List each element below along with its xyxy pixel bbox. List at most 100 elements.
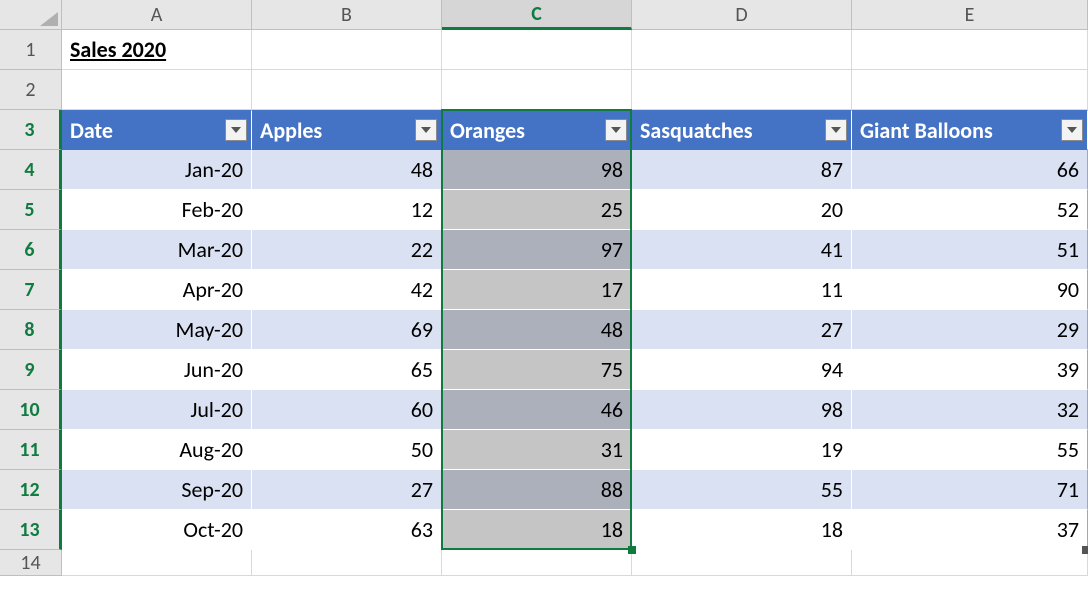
cell-C12[interactable]: 88: [442, 470, 632, 510]
cell-E9[interactable]: 39: [852, 350, 1088, 390]
cell-E4[interactable]: 66: [852, 150, 1088, 190]
cell-E2[interactable]: [852, 70, 1088, 110]
table-resize-handle[interactable]: [1082, 546, 1088, 554]
cell-D9[interactable]: 94: [632, 350, 852, 390]
cell-D10[interactable]: 98: [632, 390, 852, 430]
cell-D8[interactable]: 27: [632, 310, 852, 350]
cell-C5[interactable]: 25: [442, 190, 632, 230]
row-header-10[interactable]: 10: [0, 390, 62, 430]
row-header-9[interactable]: 9: [0, 350, 62, 390]
cell-A13[interactable]: Oct-20: [62, 510, 252, 550]
table-header-balloons[interactable]: Giant Balloons: [852, 110, 1088, 150]
column-header-E[interactable]: E: [852, 0, 1088, 30]
row-header-4[interactable]: 4: [0, 150, 62, 190]
table-header-apples[interactable]: Apples: [252, 110, 442, 150]
cell-D11[interactable]: 19: [632, 430, 852, 470]
selection-handle[interactable]: [628, 546, 636, 554]
cell-B5[interactable]: 12: [252, 190, 442, 230]
cell-D7[interactable]: 11: [632, 270, 852, 310]
cell-C4[interactable]: 98: [442, 150, 632, 190]
cell-E5[interactable]: 52: [852, 190, 1088, 230]
row-header-5[interactable]: 5: [0, 190, 62, 230]
cell-D2[interactable]: [632, 70, 852, 110]
cell-A2[interactable]: [62, 70, 252, 110]
cell-A14[interactable]: [62, 550, 252, 576]
cell-E14[interactable]: [852, 550, 1088, 576]
row-header-1[interactable]: 1: [0, 30, 62, 70]
column-header-B[interactable]: B: [252, 0, 442, 30]
cell-E11[interactable]: 55: [852, 430, 1088, 470]
cell-B10[interactable]: 60: [252, 390, 442, 430]
cell-A11[interactable]: Aug-20: [62, 430, 252, 470]
cell-A6[interactable]: Mar-20: [62, 230, 252, 270]
row-header-11[interactable]: 11: [0, 430, 62, 470]
cell-E12[interactable]: 71: [852, 470, 1088, 510]
cell-value: Feb-20: [182, 196, 243, 223]
row-header-2[interactable]: 2: [0, 70, 62, 110]
cell-E7[interactable]: 90: [852, 270, 1088, 310]
cell-B8[interactable]: 69: [252, 310, 442, 350]
cell-E13[interactable]: 37: [852, 510, 1088, 550]
row-header-6[interactable]: 6: [0, 230, 62, 270]
cell-B4[interactable]: 48: [252, 150, 442, 190]
cell-C11[interactable]: 31: [442, 430, 632, 470]
row-header-13[interactable]: 13: [0, 510, 62, 550]
filter-button[interactable]: [605, 119, 627, 141]
cell-B12[interactable]: 27: [252, 470, 442, 510]
cell-A5[interactable]: Feb-20: [62, 190, 252, 230]
cell-A9[interactable]: Jun-20: [62, 350, 252, 390]
cell-C1[interactable]: [442, 30, 632, 70]
cell-B1[interactable]: [252, 30, 442, 70]
filter-button[interactable]: [1061, 119, 1083, 141]
filter-button[interactable]: [415, 119, 437, 141]
table-header-oranges[interactable]: Oranges: [442, 110, 632, 150]
column-header-A[interactable]: A: [62, 0, 252, 30]
cell-A1[interactable]: Sales 2020: [62, 30, 252, 70]
column-header-C[interactable]: C: [442, 0, 632, 30]
table-header-sasquatches[interactable]: Sasquatches: [632, 110, 852, 150]
cell-value: 37: [1057, 516, 1079, 543]
cell-C7[interactable]: 17: [442, 270, 632, 310]
cell-A10[interactable]: Jul-20: [62, 390, 252, 430]
cell-B14[interactable]: [252, 550, 442, 576]
cell-E8[interactable]: 29: [852, 310, 1088, 350]
row-header-12[interactable]: 12: [0, 470, 62, 510]
cell-C2[interactable]: [442, 70, 632, 110]
row-header-8[interactable]: 8: [0, 310, 62, 350]
cell-D12[interactable]: 55: [632, 470, 852, 510]
cell-D14[interactable]: [632, 550, 852, 576]
cell-D4[interactable]: 87: [632, 150, 852, 190]
cell-D5[interactable]: 20: [632, 190, 852, 230]
cell-B11[interactable]: 50: [252, 430, 442, 470]
filter-button[interactable]: [225, 119, 247, 141]
column-header-D[interactable]: D: [632, 0, 852, 30]
cell-E10[interactable]: 32: [852, 390, 1088, 430]
cell-A12[interactable]: Sep-20: [62, 470, 252, 510]
cell-B13[interactable]: 63: [252, 510, 442, 550]
row-header-14[interactable]: 14: [0, 550, 62, 576]
cell-B2[interactable]: [252, 70, 442, 110]
cell-D6[interactable]: 41: [632, 230, 852, 270]
cell-D1[interactable]: [632, 30, 852, 70]
table-header-date[interactable]: Date: [62, 110, 252, 150]
row-header-3[interactable]: 3: [0, 110, 62, 150]
cell-E6[interactable]: 51: [852, 230, 1088, 270]
cell-C14[interactable]: [442, 550, 632, 576]
row-header-7[interactable]: 7: [0, 270, 62, 310]
cell-C8[interactable]: 48: [442, 310, 632, 350]
cell-C9[interactable]: 75: [442, 350, 632, 390]
select-all-corner[interactable]: [0, 0, 62, 30]
filter-button[interactable]: [825, 119, 847, 141]
cell-E1[interactable]: [852, 30, 1088, 70]
cell-C6[interactable]: 97: [442, 230, 632, 270]
cell-C10[interactable]: 46: [442, 390, 632, 430]
cell-value: 88: [601, 476, 623, 503]
cell-B9[interactable]: 65: [252, 350, 442, 390]
cell-C13[interactable]: 18: [442, 510, 632, 550]
cell-B6[interactable]: 22: [252, 230, 442, 270]
cell-A4[interactable]: Jan-20: [62, 150, 252, 190]
cell-B7[interactable]: 42: [252, 270, 442, 310]
cell-A7[interactable]: Apr-20: [62, 270, 252, 310]
cell-A8[interactable]: May-20: [62, 310, 252, 350]
cell-D13[interactable]: 18: [632, 510, 852, 550]
